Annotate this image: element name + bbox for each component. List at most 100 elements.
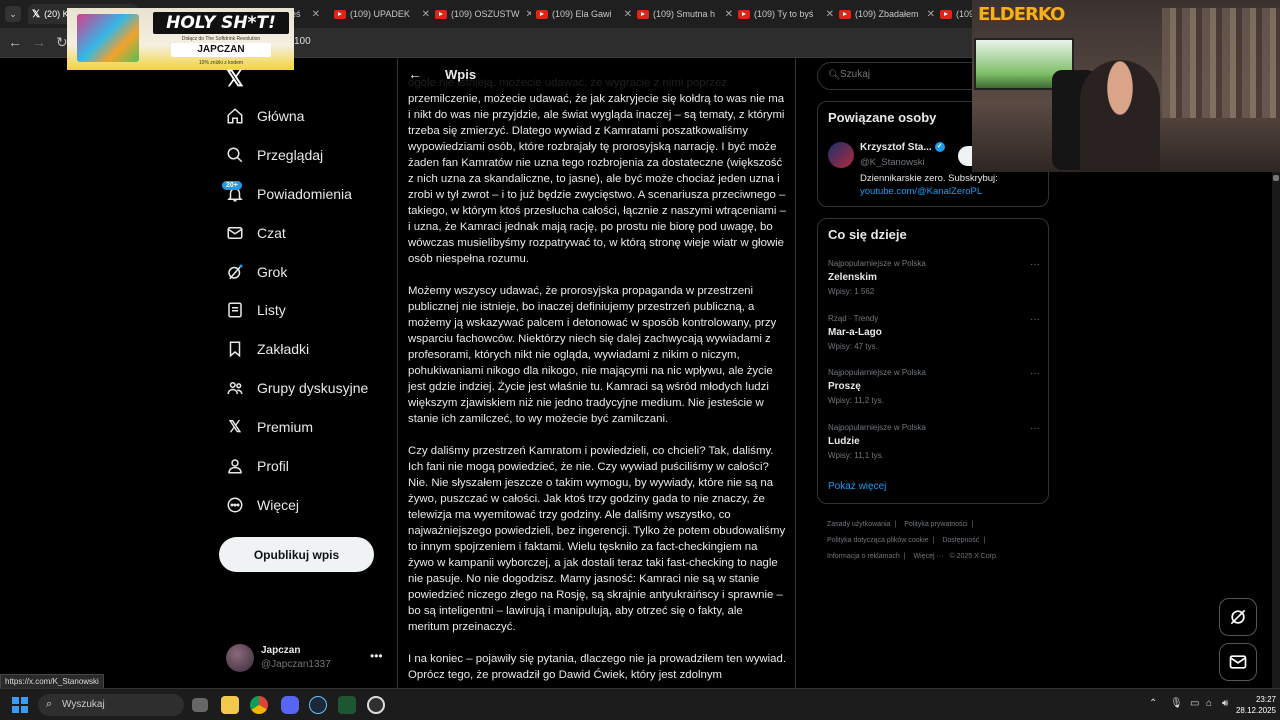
messages-fab-button[interactable] <box>1219 643 1257 681</box>
people-icon <box>226 379 244 397</box>
post-button[interactable]: Opublikuj wpis <box>219 537 374 572</box>
nav-item-more[interactable]: Więcej <box>226 492 299 518</box>
youtube-icon <box>738 9 750 19</box>
ad-brand: JAPCZAN <box>171 43 271 57</box>
task-view-icon[interactable] <box>192 698 208 712</box>
bookmark-icon <box>226 340 244 358</box>
browser-tab[interactable]: (109) Smutna h ✕ <box>637 4 733 24</box>
page-scrollbar[interactable] <box>1272 172 1280 688</box>
display-icon[interactable]: ▭ <box>1190 698 1199 709</box>
account-switcher[interactable]: Japczan @Japczan1337 ••• <box>226 643 386 673</box>
taskbar-search[interactable]: ⌕ Wyszukaj <box>38 694 184 716</box>
nav-item-home[interactable]: Główna <box>226 103 304 129</box>
account-name: Japczan <box>261 645 301 656</box>
avatar[interactable] <box>828 142 854 168</box>
nav-item-communities[interactable]: Grupy dyskusyjne <box>226 375 368 401</box>
post-body: ogóle nie istnieją, możecie udawać, że w… <box>408 75 786 688</box>
trend-item[interactable]: Najpopularniejsze w Polska Zelenskim Wpi… <box>828 259 1040 303</box>
obs-icon[interactable] <box>367 696 385 714</box>
bio-link[interactable]: youtube.com/@KanalZeroPL <box>860 186 982 197</box>
microphone-icon[interactable]: 🎙︎ <box>1170 698 1183 709</box>
more-dots-icon[interactable]: ••• <box>370 649 383 663</box>
copyright: © 2025 X Corp. <box>949 553 998 560</box>
post-header: ← Wpis <box>398 58 795 92</box>
ad-subtitle: Dołącz do The Softdrink Revolution <box>181 36 261 42</box>
more-dots-icon[interactable]: ··· <box>1030 368 1040 379</box>
chevron-up-icon[interactable]: ⌃ <box>1149 698 1157 709</box>
footer-link[interactable]: Polityka dotycząca plików cookie <box>827 537 929 544</box>
product-image <box>77 14 139 62</box>
footer-link[interactable]: Dostępność <box>942 537 979 544</box>
more-dots-icon[interactable]: ··· <box>1030 423 1040 434</box>
person-name-row[interactable]: Krzysztof Sta... ✓ <box>860 142 945 153</box>
grok-icon <box>1230 609 1246 625</box>
forward-arrow-icon[interactable]: → <box>32 34 46 50</box>
back-arrow-icon[interactable]: ← <box>8 34 22 50</box>
footer-link[interactable]: Polityka prywatności <box>904 521 967 528</box>
nav-item-notifications[interactable]: Powiadomienia <box>226 181 352 207</box>
browser-tab[interactable]: (109) OSZUSTW ✕ <box>435 4 531 24</box>
close-icon[interactable]: ✕ <box>719 9 733 20</box>
person-icon <box>226 457 244 475</box>
trend-item[interactable]: Najpopularniejsze w Polska Proszę Wpisy:… <box>828 368 1040 412</box>
nav-item-chat[interactable]: Czat <box>226 220 286 246</box>
file-explorer-icon[interactable] <box>221 696 239 714</box>
post-paragraph: Czy daliśmy przestrzeń Kamratom i powied… <box>408 445 786 633</box>
nav-item-premium[interactable]: 𝕏 Premium <box>226 414 313 440</box>
windows-taskbar: ⌕ Wyszukaj ⌃ 🎙︎ ▭ ⌂ 🔊︎ 23:27 28.12.2025 <box>0 688 1280 720</box>
browser-tab[interactable]: (109) UPADEK ✕ <box>334 4 430 24</box>
trend-item[interactable]: Najpopularniejsze w Polska Ludzie Wpisy:… <box>828 423 1040 467</box>
tab-list-dropdown[interactable]: ⌄ <box>5 6 21 22</box>
nav-item-bookmarks[interactable]: Zakładki <box>226 336 309 362</box>
close-icon[interactable]: ✕ <box>921 9 935 20</box>
nav-item-grok[interactable]: Grok <box>226 259 287 285</box>
main-column: ← Wpis ogóle nie istnieją, możecie udawa… <box>397 58 796 688</box>
nav-item-explore[interactable]: Przeglądaj <box>226 142 323 168</box>
close-icon[interactable]: ✕ <box>520 9 531 20</box>
system-clock[interactable]: 23:27 28.12.2025 <box>1222 694 1276 716</box>
close-icon[interactable]: ✕ <box>416 9 430 20</box>
start-button[interactable] <box>12 697 28 713</box>
footer-link[interactable]: Informacja o reklamach <box>827 553 900 560</box>
browser-tab[interactable]: (109) Ela Gawi ✕ <box>536 4 632 24</box>
account-handle: @Japczan1337 <box>261 659 331 670</box>
reload-icon[interactable]: ↻ <box>56 34 68 51</box>
trend-item[interactable]: Rząd · Trendy Mar-a-Lago Wpisy: 47 tys. … <box>828 314 1040 358</box>
status-bar-url: https://x.com/K_Stanowski <box>0 674 104 689</box>
trends-card: Co się dzieje Najpopularniejsze w Polska… <box>817 218 1049 504</box>
nav-item-lists[interactable]: Listy <box>226 297 286 323</box>
x-logo-icon[interactable]: 𝕏 <box>226 66 244 92</box>
browser-tab[interactable]: (109) Zbadałem ✕ <box>839 4 935 24</box>
network-icon[interactable]: ⌂ <box>1206 698 1212 709</box>
avatar <box>226 644 254 672</box>
background-shelf <box>1162 8 1280 118</box>
chrome-icon[interactable] <box>250 696 268 714</box>
footer-links: Zasady użytkowania | Polityka prywatności… <box>827 521 998 560</box>
close-icon[interactable]: ✕ <box>820 9 834 20</box>
more-dots-icon[interactable]: ··· <box>1030 259 1040 270</box>
steam-icon[interactable] <box>309 696 327 714</box>
sponsor-ad-banner: HOLY SH*T! Dołącz do The Softdrink Revol… <box>67 8 294 70</box>
browser-tab[interactable]: (109) Ty to byś ✕ <box>738 4 834 24</box>
person-bio: Dziennikarskie zero. Subskrybuj: youtube.… <box>860 173 998 197</box>
search-icon: 🔍︎ <box>828 70 841 81</box>
footer-link[interactable]: Zasady użytkowania <box>827 521 890 528</box>
close-icon[interactable]: ✕ <box>306 9 320 20</box>
notifications-badge: 20+ <box>222 181 242 190</box>
webcam-overlay: ELDERKO <box>972 0 1280 172</box>
url-field[interactable]: 100 <box>294 36 311 47</box>
nav-item-profile[interactable]: Profil <box>226 453 289 479</box>
scrollbar-thumb[interactable] <box>1273 175 1279 181</box>
close-icon[interactable]: ✕ <box>618 9 632 20</box>
search-input[interactable] <box>840 69 990 80</box>
back-arrow-icon[interactable]: ← <box>408 66 422 82</box>
more-dots-icon[interactable]: ··· <box>1030 314 1040 325</box>
discord-icon[interactable] <box>281 696 299 714</box>
browser-tab[interactable]: (109 <box>940 4 972 24</box>
show-more-link[interactable]: Pokaż więcej <box>828 481 886 492</box>
verified-badge-icon: ✓ <box>934 142 945 153</box>
grok-fab-button[interactable] <box>1219 598 1257 636</box>
app-icon[interactable] <box>338 696 356 714</box>
youtube-icon <box>334 9 346 19</box>
footer-link[interactable]: Więcej ··· <box>914 553 944 560</box>
